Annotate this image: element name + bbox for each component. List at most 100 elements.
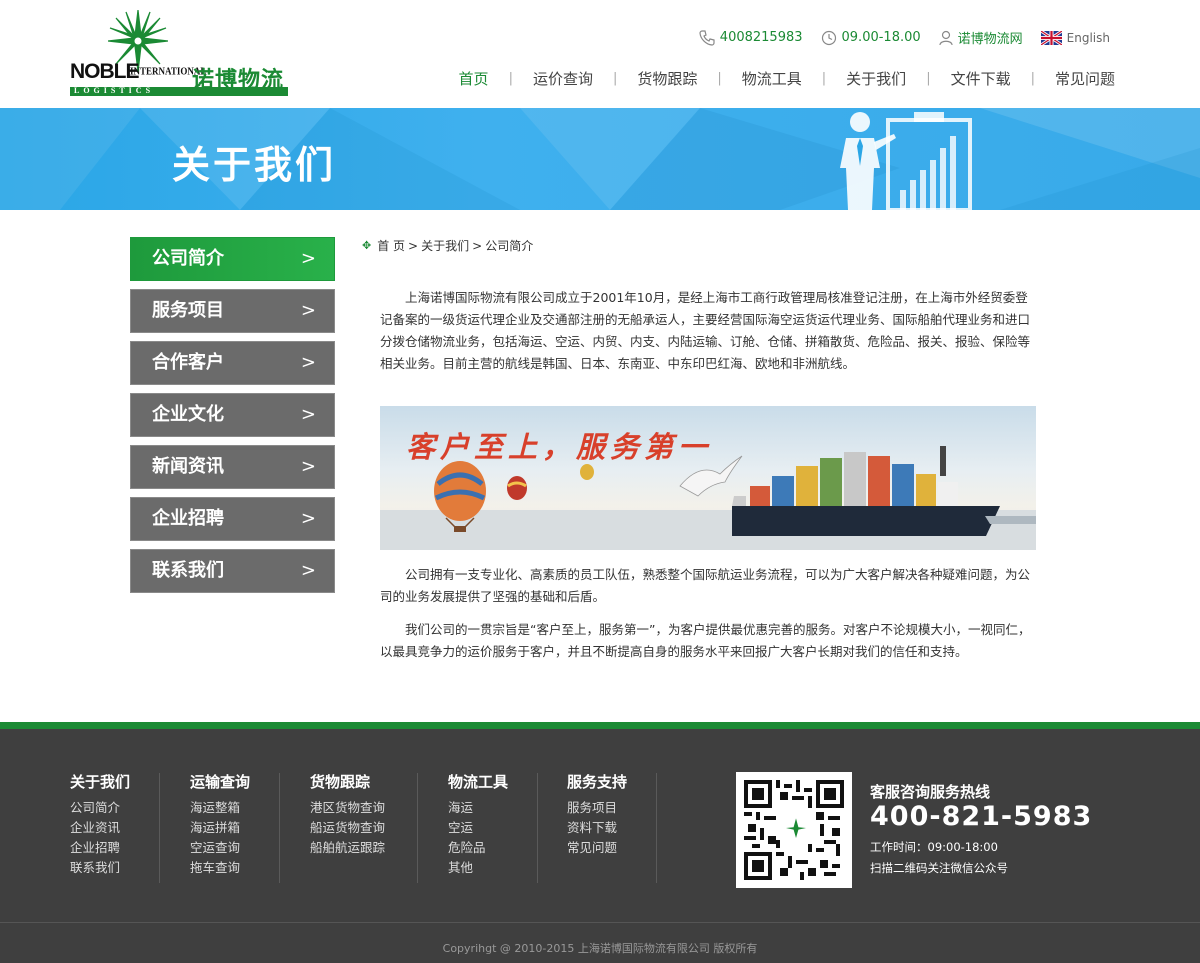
footer-divider	[159, 773, 160, 883]
footer-link[interactable]: 资料下载	[567, 818, 627, 838]
logo-en-text: NOBLE	[70, 60, 139, 83]
footer-col-about: 关于我们 公司简介 企业资讯 企业招聘 联系我们	[70, 771, 130, 878]
page-banner: 关于我们	[0, 108, 1200, 210]
chevron-right-icon: >	[300, 456, 316, 477]
language-switch[interactable]: English	[1040, 30, 1110, 45]
footer-link[interactable]: 联系我们	[70, 858, 130, 878]
footer-link[interactable]: 企业招聘	[70, 838, 130, 858]
footer-divider	[537, 773, 538, 883]
main-nav: 首页 | 运价查询 | 货物跟踪 | 物流工具 | 关于我们 | 文件下载 | …	[459, 68, 1115, 89]
chevron-right-icon: >	[300, 248, 316, 269]
footer-link[interactable]: 船运货物查询	[310, 818, 385, 838]
sidebar-item-news[interactable]: 新闻资讯 >	[130, 445, 335, 489]
footer-link[interactable]: 危险品	[448, 838, 508, 858]
nav-about-us[interactable]: 关于我们	[846, 68, 906, 89]
chevron-right-icon: >	[300, 404, 316, 425]
top-info: 4008215983 09.00-18.00 诺博物流网 English	[681, 28, 1110, 47]
site-footer: 关于我们 公司简介 企业资讯 企业招聘 联系我们 运输查询 海运整箱 海运拼箱 …	[0, 722, 1200, 963]
clock-icon	[821, 30, 836, 45]
footer-col-transport: 运输查询 海运整箱 海运拼箱 空运查询 拖车查询	[190, 771, 250, 878]
sidebar-item-label: 联系我们	[152, 560, 224, 581]
intro-paragraph: 上海诺博国际物流有限公司成立于2001年10月，是经上海市工商行政管理局核准登记…	[380, 290, 1031, 371]
hotline-number[interactable]: 400-821-5983	[870, 801, 1092, 832]
footer-col-tracking: 货物跟踪 港区货物查询 船运货物查询 船舶航运跟踪	[310, 771, 385, 858]
footer-col-title: 服务支持	[567, 773, 628, 791]
about-sidebar: 公司简介 > 服务项目 > 合作客户 > 企业文化 > 新闻资讯 > 企业招聘 > 联系我们…	[130, 237, 335, 601]
nav-cargo-tracking[interactable]: 货物跟踪	[637, 68, 697, 89]
breadcrumb-separator: >	[472, 238, 483, 253]
banner-title: 关于我们	[172, 143, 337, 187]
footer-link[interactable]: 海运拼箱	[190, 818, 250, 838]
team-paragraph: 公司拥有一支专业化、高素质的员工队伍，熟悉整个国际航运业务流程，可以为广大客户解…	[380, 567, 1031, 604]
slogan-text: 客户至上，服务第一	[406, 430, 713, 464]
footer-col-tools: 物流工具 海运 空运 危险品 其他	[448, 771, 508, 878]
businessman-chart-icon	[840, 112, 972, 210]
uk-flag-icon	[1040, 30, 1062, 45]
breadcrumb-separator: >	[408, 238, 419, 253]
footer-col-title: 货物跟踪	[310, 773, 371, 791]
hotline-label: 客服咨询服务热线	[870, 783, 991, 801]
nav-divider: |	[508, 71, 513, 86]
breadcrumb-home[interactable]: 首 页	[377, 237, 405, 254]
wechat-qr-code	[736, 772, 852, 888]
chevron-right-icon: >	[300, 352, 316, 373]
nav-divider: |	[821, 71, 827, 86]
footer-col-title: 运输查询	[190, 773, 251, 791]
nav-divider: |	[717, 71, 722, 86]
footer-divider	[417, 773, 418, 883]
footer-link[interactable]: 港区货物查询	[310, 798, 385, 818]
breadcrumb: ✥ 首 页 > 关于我们 > 公司简介	[362, 237, 533, 254]
crosshair-icon: ✥	[362, 239, 372, 252]
footer-link[interactable]: 企业资讯	[70, 818, 130, 838]
sidebar-item-label: 企业招聘	[152, 508, 224, 529]
sidebar-item-label: 企业文化	[152, 404, 224, 425]
sidebar-item-label: 新闻资讯	[152, 456, 224, 477]
nav-freight-rates[interactable]: 运价查询	[533, 68, 593, 89]
phone-number: 4008215983	[719, 30, 803, 45]
footer-link[interactable]: 公司简介	[70, 798, 130, 818]
phone-icon	[699, 29, 715, 46]
footer-link[interactable]: 空运查询	[190, 838, 250, 858]
nav-faq[interactable]: 常见问题	[1055, 68, 1115, 89]
chevron-right-icon: >	[300, 508, 316, 529]
sidebar-item-contact[interactable]: 联系我们 >	[130, 549, 335, 593]
footer-link[interactable]: 海运	[448, 798, 508, 818]
footer-link[interactable]: 船舶航运跟踪	[310, 838, 385, 858]
footer-link[interactable]: 空运	[448, 818, 508, 838]
mission-paragraph: 我们公司的一贯宗旨是“客户至上，服务第一”，为客户提供最优惠完善的服务。对客户不…	[380, 622, 1031, 659]
breadcrumb-section[interactable]: 关于我们	[421, 237, 469, 254]
site-link[interactable]: 诺博物流网	[939, 28, 1023, 47]
sidebar-item-company-profile[interactable]: 公司简介 >	[130, 237, 335, 281]
slogan-banner-image: 客户至上，服务第一	[380, 406, 1036, 550]
footer-link[interactable]: 拖车查询	[190, 858, 250, 878]
sidebar-item-careers[interactable]: 企业招聘 >	[130, 497, 335, 541]
site-link-label: 诺博物流网	[957, 32, 1023, 47]
site-header: NOBLE INTERNATIONAL 诺博物流 LOGISTICS 40082…	[0, 0, 1200, 108]
nav-logistics-tools[interactable]: 物流工具	[742, 68, 802, 89]
nav-divider: |	[1030, 71, 1035, 86]
phone-info: 4008215983	[699, 29, 803, 46]
footer-col-title: 物流工具	[448, 773, 509, 791]
sidebar-item-clients[interactable]: 合作客户 >	[130, 341, 335, 385]
qr-code-icon	[744, 780, 844, 880]
footer-link[interactable]: 海运整箱	[190, 798, 250, 818]
footer-link[interactable]: 其他	[448, 858, 508, 878]
nav-divider: |	[612, 71, 618, 86]
breadcrumb-current: 公司简介	[485, 239, 534, 253]
footer-link[interactable]: 常见问题	[567, 838, 627, 858]
nav-downloads[interactable]: 文件下载	[951, 68, 1011, 89]
chevron-right-icon: >	[300, 560, 316, 581]
nav-home[interactable]: 首页	[459, 68, 489, 89]
sidebar-item-services[interactable]: 服务项目 >	[130, 289, 335, 333]
sidebar-item-culture[interactable]: 企业文化 >	[130, 393, 335, 437]
logo-logistics-text: LOGISTICS	[74, 86, 155, 95]
footer-col-title: 关于我们	[70, 773, 131, 791]
hours-info: 09.00-18.00	[821, 30, 921, 46]
footer-col-support: 服务支持 服务项目 资料下载 常见问题	[567, 771, 627, 858]
footer-divider	[656, 773, 657, 883]
sidebar-item-label: 服务项目	[152, 300, 224, 321]
sidebar-item-label: 公司简介	[152, 248, 224, 269]
site-logo[interactable]: NOBLE INTERNATIONAL 诺博物流 LOGISTICS	[70, 10, 290, 100]
footer-link[interactable]: 服务项目	[567, 798, 627, 818]
qr-tip: 扫描二维码关注微信公众号	[870, 861, 1008, 875]
